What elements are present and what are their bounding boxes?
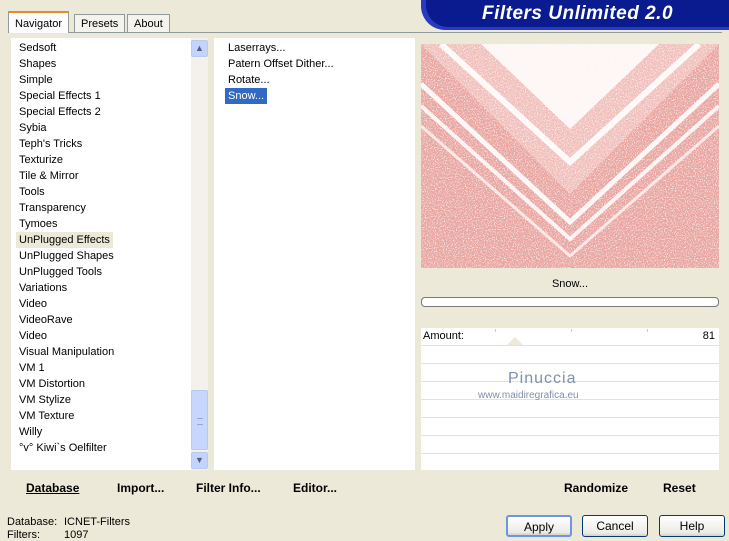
category-item[interactable]: Special Effects 2 (19, 104, 101, 120)
selected-filter-name: Snow... (421, 272, 719, 296)
tab-navigator[interactable]: Navigator (8, 11, 70, 33)
amount-row[interactable]: Amount: 81 (421, 328, 719, 346)
category-item[interactable]: UnPlugged Tools (19, 264, 102, 280)
slider-tick (495, 329, 496, 332)
param-row-empty (421, 402, 719, 418)
category-item[interactable]: Tile & Mirror (19, 168, 78, 184)
category-item[interactable]: Tymoes (19, 216, 58, 232)
category-item[interactable]: Teph's Tricks (19, 136, 82, 152)
filter-item[interactable]: Patern Offset Dither... (228, 56, 334, 72)
scroll-down-button[interactable]: ▼ (191, 452, 208, 469)
category-item[interactable]: Sybia (19, 120, 47, 136)
category-item[interactable]: Sedsoft (19, 40, 56, 56)
filter-item[interactable]: Laserrays... (228, 40, 285, 56)
category-item[interactable]: Transparency (19, 200, 86, 216)
category-item[interactable]: VM Stylize (19, 392, 71, 408)
category-item[interactable]: Special Effects 1 (19, 88, 101, 104)
grip-icon (197, 418, 203, 425)
amount-value: 81 (702, 330, 715, 342)
database-button[interactable]: Database (26, 480, 79, 496)
tab-panel-border (8, 32, 722, 33)
scroll-thumb[interactable] (191, 390, 208, 450)
category-item[interactable]: Willy (19, 424, 42, 440)
database-label: Database (26, 481, 80, 495)
param-row-empty (421, 420, 719, 436)
slider-tick (647, 329, 648, 332)
slider-tick (571, 329, 572, 332)
category-item[interactable]: VideoRave (19, 312, 73, 328)
editor-button[interactable]: Editor... (293, 480, 337, 496)
randomize-button[interactable]: Randomize (564, 480, 628, 496)
watermark-name: Pinuccia (508, 370, 577, 387)
category-item[interactable]: VM Distortion (19, 376, 85, 392)
scroll-up-button[interactable]: ▲ (191, 40, 208, 57)
amount-label: Amount: (423, 330, 464, 342)
filter-item[interactable]: Snow... (225, 88, 268, 104)
filter-item[interactable]: Rotate... (228, 72, 270, 88)
chevron-down-icon: ▼ (195, 455, 204, 465)
param-row-empty (421, 438, 719, 454)
filters-status-label: Filters: (7, 529, 40, 541)
amount-slider-thumb[interactable] (507, 337, 523, 345)
filter-list[interactable]: Laserrays... Patern Offset Dither... Rotat… (214, 38, 415, 470)
filters-status-value: 1097 (64, 529, 89, 541)
database-status-label: Database: (7, 516, 58, 528)
import-button[interactable]: Import... (117, 480, 164, 496)
category-item[interactable]: Video (19, 296, 47, 312)
category-item[interactable]: VM 1 (19, 360, 45, 376)
category-item[interactable]: Texturize (19, 152, 63, 168)
category-item[interactable]: Variations (19, 280, 67, 296)
param-row-empty (421, 348, 719, 364)
category-item[interactable]: Video (19, 328, 47, 344)
preview-image (419, 41, 721, 268)
category-list[interactable]: Sedsoft Shapes Simple Special Effects 1 Spec… (11, 38, 191, 470)
category-item[interactable]: UnPlugged Effects (16, 232, 113, 248)
tab-about[interactable]: About (127, 14, 170, 32)
category-item[interactable]: UnPlugged Shapes (19, 248, 114, 264)
category-item[interactable]: °v° Kiwi`s Oelfilter (19, 440, 107, 456)
progress-bar (421, 297, 719, 307)
database-status-value: ICNET-Filters (64, 516, 130, 528)
category-item[interactable]: Visual Manipulation (19, 344, 114, 360)
tab-presets[interactable]: Presets (74, 14, 126, 32)
category-item[interactable]: VM Texture (19, 408, 74, 424)
reset-button[interactable]: Reset (663, 480, 696, 496)
chevron-up-icon: ▲ (195, 43, 204, 53)
category-item[interactable]: Tools (19, 184, 45, 200)
app-title: Filters Unlimited 2.0 (426, 0, 729, 27)
category-scrollbar[interactable]: ▲ ▼ (191, 38, 208, 470)
category-item[interactable]: Simple (19, 72, 53, 88)
category-item[interactable]: Shapes (19, 56, 56, 72)
filter-info-button[interactable]: Filter Info... (196, 480, 261, 496)
watermark-url: www.maidiregrafica.eu (478, 390, 579, 401)
